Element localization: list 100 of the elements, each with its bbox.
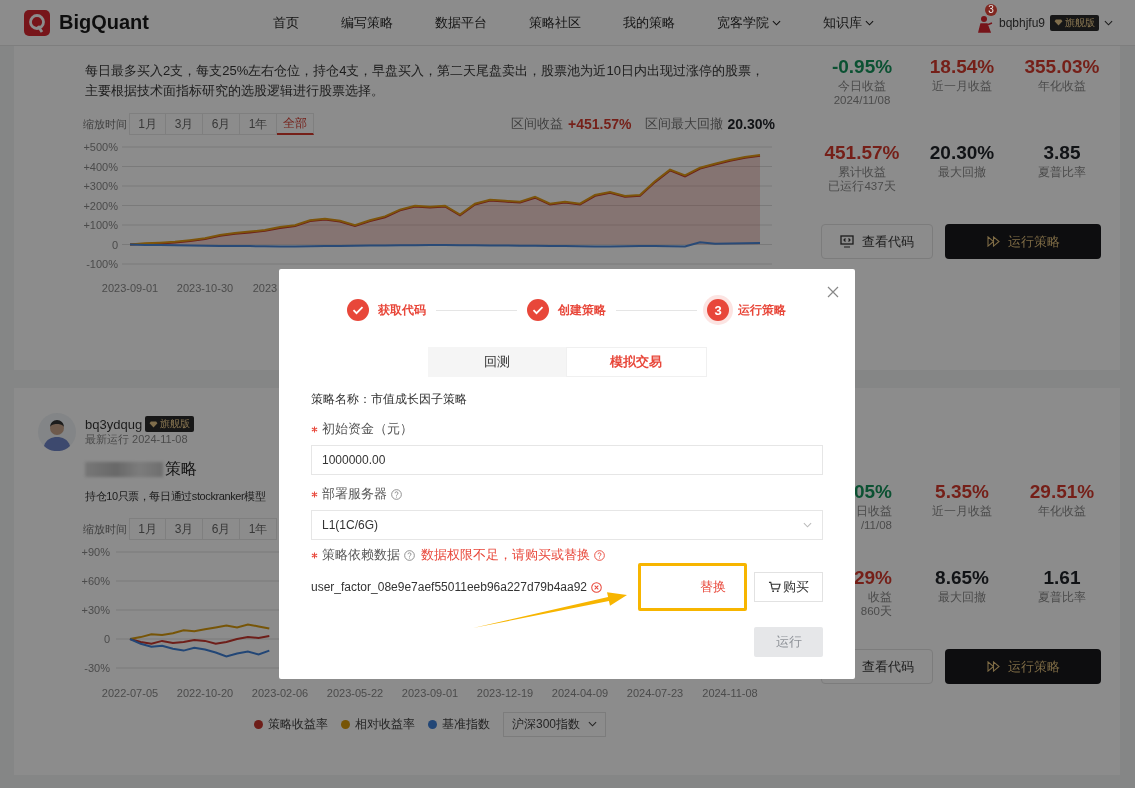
tick-label: 2023-12-19 — [476, 687, 534, 699]
range-tab[interactable]: 全部 — [277, 113, 314, 135]
range-tab[interactable]: 3月 — [166, 113, 203, 135]
warning-text: 数据权限不足，请购买或替换 — [421, 546, 590, 564]
remove-icon[interactable] — [591, 581, 603, 593]
stat-value: -0.95% — [831, 55, 893, 79]
stat-value: 29.51% — [1029, 480, 1095, 504]
capital-input-field[interactable]: 1000000.00 — [311, 445, 823, 475]
chevron-down-icon — [865, 19, 874, 26]
step-label: 获取代码 — [378, 301, 426, 319]
range-tab[interactable]: 1月 — [129, 518, 166, 540]
range-tab[interactable]: 1年 — [240, 113, 277, 135]
run-strategy-button[interactable]: 运行策略 — [945, 224, 1101, 259]
stat-value: 355.03% — [1024, 55, 1100, 79]
help-icon[interactable] — [391, 488, 402, 500]
author-name: bq3ydqug — [85, 416, 143, 432]
chevron-down-icon — [803, 522, 812, 528]
summary-label: 区间收益 — [511, 115, 564, 133]
tick-label: 2023-09-01 — [101, 282, 159, 294]
mode-tab[interactable]: 模拟交易 — [566, 347, 707, 377]
stat-label: 累计收益 — [838, 165, 886, 179]
tick-label: 2023-10-30 — [176, 282, 234, 294]
server-select[interactable]: L1(1C/6G) — [311, 510, 823, 540]
legend-label: 策略收益率 — [268, 715, 328, 733]
tick-label: +100% — [83, 219, 118, 231]
zoom-label: 缩放时间 — [83, 521, 127, 537]
line-series — [129, 154, 761, 246]
nav-link[interactable]: 知识库 — [823, 13, 874, 32]
stat-label: 年化收益 — [1038, 79, 1086, 93]
summary-value: 20.30% — [727, 116, 775, 132]
strategy-title: 策略 — [165, 458, 197, 479]
nav-link[interactable]: 编写策略 — [341, 13, 393, 32]
range-tab[interactable]: 1年 — [240, 518, 277, 540]
benchmark-select[interactable]: 沪深300指数 — [503, 711, 606, 737]
line-series — [129, 623, 271, 640]
tick-label: -30% — [84, 662, 110, 674]
view-code-button[interactable]: 查看代码 — [821, 224, 933, 259]
buy-button[interactable]: 购买 — [754, 572, 823, 602]
notification-count: 3 — [984, 3, 997, 16]
stat-value: 29% — [853, 566, 892, 590]
line-series — [129, 638, 271, 658]
tick-label: 2023-09-01 — [401, 687, 459, 699]
run-strategy-button[interactable]: 运行策略 — [945, 649, 1101, 684]
nav-link[interactable]: 策略社区 — [529, 13, 581, 32]
field-label: 初始资金（元） — [322, 420, 413, 438]
stat-value: 18.54% — [929, 55, 995, 79]
tick-label: +60% — [81, 575, 110, 587]
logo-icon — [24, 9, 50, 36]
data-item-name: user_factor_08e9e7aef55011eeb96a227d79b4aa92 — [311, 580, 588, 594]
range-tab[interactable]: 1月 — [129, 113, 166, 135]
stat-label: 夏普比率 — [1038, 165, 1086, 179]
range-tab[interactable]: 6月 — [203, 113, 240, 135]
tick-label: 2023-05-22 — [326, 687, 384, 699]
tick-label: +300% — [83, 180, 118, 192]
stat-label: 最大回撤 — [938, 165, 986, 179]
tick-label: 2023 — [252, 282, 278, 294]
stat-value: 5.35% — [935, 480, 989, 504]
stat-value: 1.61 — [1043, 566, 1081, 590]
help-icon[interactable] — [594, 549, 605, 561]
help-icon[interactable] — [404, 549, 415, 561]
summary-value: +451.57% — [568, 116, 632, 132]
tick-label: +30% — [81, 604, 110, 616]
chevron-down-icon — [1104, 19, 1113, 26]
stat-label: 收益 — [868, 590, 892, 604]
tick-label: +500% — [83, 141, 118, 153]
field-label: 部署服务器 — [322, 485, 387, 503]
zoom-label: 缩放时间 — [83, 116, 127, 132]
stat-label: 夏普比率 — [1038, 590, 1086, 604]
user-name[interactable]: bqbhjfu9 — [998, 15, 1045, 30]
stat-value: 451.57% — [824, 141, 900, 165]
stat-note: 2024/11/08 — [833, 93, 891, 107]
step-label: 运行策略 — [738, 301, 786, 319]
tick-label: +90% — [81, 546, 110, 558]
nav-link[interactable]: 数据平台 — [435, 13, 487, 32]
stat-note: 860天 — [860, 604, 892, 618]
tick-label: 2024-11-08 — [702, 687, 758, 699]
step-number: 3 — [707, 299, 729, 321]
nav-link[interactable]: 首页 — [273, 13, 299, 32]
close-icon[interactable] — [827, 286, 839, 298]
range-tab[interactable]: 3月 — [166, 518, 203, 540]
stat-value: 20.30% — [929, 141, 995, 165]
nav-link[interactable]: 我的策略 — [623, 13, 675, 32]
tick-label: 2022-10-20 — [176, 687, 234, 699]
range-tab[interactable]: 6月 — [203, 518, 240, 540]
tick-label: 2023-02-06 — [251, 687, 309, 699]
chevron-down-icon — [772, 19, 781, 26]
tick-label: +200% — [83, 199, 118, 212]
strategy-description: 每日最多买入2支，每支25%左右仓位，持仓4支，早盘买入，第二天尾盘卖出，股票池为近10日内出现过涨停的股票，主要根据技术面指标研究的选股逻辑进行股票选择。 — [85, 62, 765, 100]
legend-label: 相对收益率 — [355, 715, 415, 733]
last-run-date: 最新运行 2024-11-08 — [85, 432, 189, 447]
stat-value: 8.65% — [935, 566, 989, 590]
tick-label: 0 — [111, 238, 118, 251]
strategy-name: 策略名称：市值成长因子策略 — [311, 392, 468, 406]
nav-link[interactable]: 宽客学院 — [717, 13, 781, 32]
mode-tab[interactable]: 回测 — [427, 347, 566, 377]
tick-label: 2022-07-05 — [101, 687, 159, 699]
tick-label: 2024-07-23 — [626, 687, 684, 699]
summary-label: 区间最大回撤 — [644, 115, 723, 133]
replace-button[interactable]: 替换 — [638, 563, 747, 611]
stat-label: 年化收益 — [1038, 504, 1086, 518]
